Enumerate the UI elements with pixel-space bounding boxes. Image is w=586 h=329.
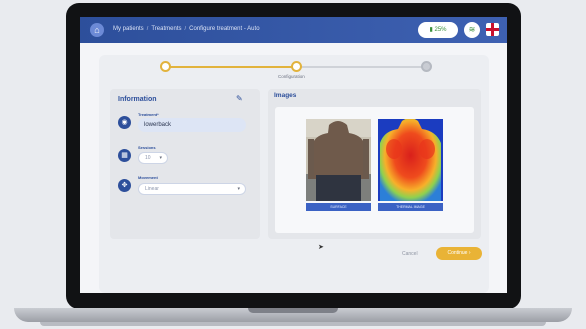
information-panel	[110, 89, 260, 239]
move-icon: ✥	[118, 179, 131, 192]
movement-value: Linear	[145, 186, 159, 192]
sessions-select[interactable]: 10 ▾	[138, 152, 168, 164]
mouse-cursor-icon: ➤	[318, 244, 324, 251]
thermal-image[interactable]	[378, 119, 443, 201]
sessions-label: Sessions	[138, 145, 156, 150]
breadcrumb: My patients / Treatments / Configure treatme…	[113, 26, 260, 32]
cancel-button[interactable]: Cancel	[402, 251, 418, 257]
breadcrumb-item[interactable]: My patients	[113, 26, 144, 32]
step-1-indicator	[160, 61, 171, 72]
battery-icon: ▮	[429, 27, 433, 33]
step-label: Configuration	[278, 74, 305, 79]
top-bar: ⌂ My patients / Treatments / Configure treat…	[80, 17, 507, 43]
images-title: Images	[274, 92, 297, 99]
step-3-indicator	[421, 61, 432, 72]
stepper-remaining-line	[296, 66, 426, 68]
information-title: Information	[118, 96, 157, 103]
continue-button[interactable]: Continue ›	[436, 247, 482, 260]
surface-image[interactable]	[306, 119, 371, 201]
wifi-icon[interactable]: ≋	[464, 22, 480, 38]
breadcrumb-item: Configure treatment - Auto	[189, 26, 260, 32]
breadcrumb-item[interactable]: Treatments	[151, 26, 181, 32]
treatment-label: Treatment*	[138, 112, 159, 117]
app-screen: ⌂ My patients / Treatments / Configure treat…	[80, 17, 507, 293]
calendar-icon: ▦	[118, 149, 131, 162]
chevron-down-icon: ▾	[159, 155, 162, 161]
arrow-right-icon: ›	[468, 250, 471, 256]
continue-label: Continue	[447, 250, 468, 256]
uk-flag-icon[interactable]	[486, 23, 499, 36]
camera-icon: ◉	[118, 116, 131, 129]
chevron-down-icon: ▾	[237, 186, 240, 192]
treatment-field[interactable]: lowerback	[138, 118, 246, 132]
battery-status: ▮ 25%	[418, 22, 458, 38]
images-container	[275, 107, 474, 233]
movement-select[interactable]: Linear ▾	[138, 183, 246, 195]
laptop-shadow	[40, 322, 546, 326]
sessions-value: 10	[145, 155, 151, 161]
edit-pencil-icon[interactable]: ✎	[236, 94, 243, 103]
battery-level: 25%	[434, 27, 447, 33]
thermal-caption: THERMAL IMAGE	[378, 203, 443, 211]
surface-caption: SURFACE	[306, 203, 371, 211]
laptop-notch	[248, 308, 338, 313]
home-icon[interactable]: ⌂	[90, 23, 104, 37]
step-2-indicator	[291, 61, 302, 72]
stepper-progress-line	[165, 66, 296, 68]
movement-label: Movement	[138, 175, 158, 180]
